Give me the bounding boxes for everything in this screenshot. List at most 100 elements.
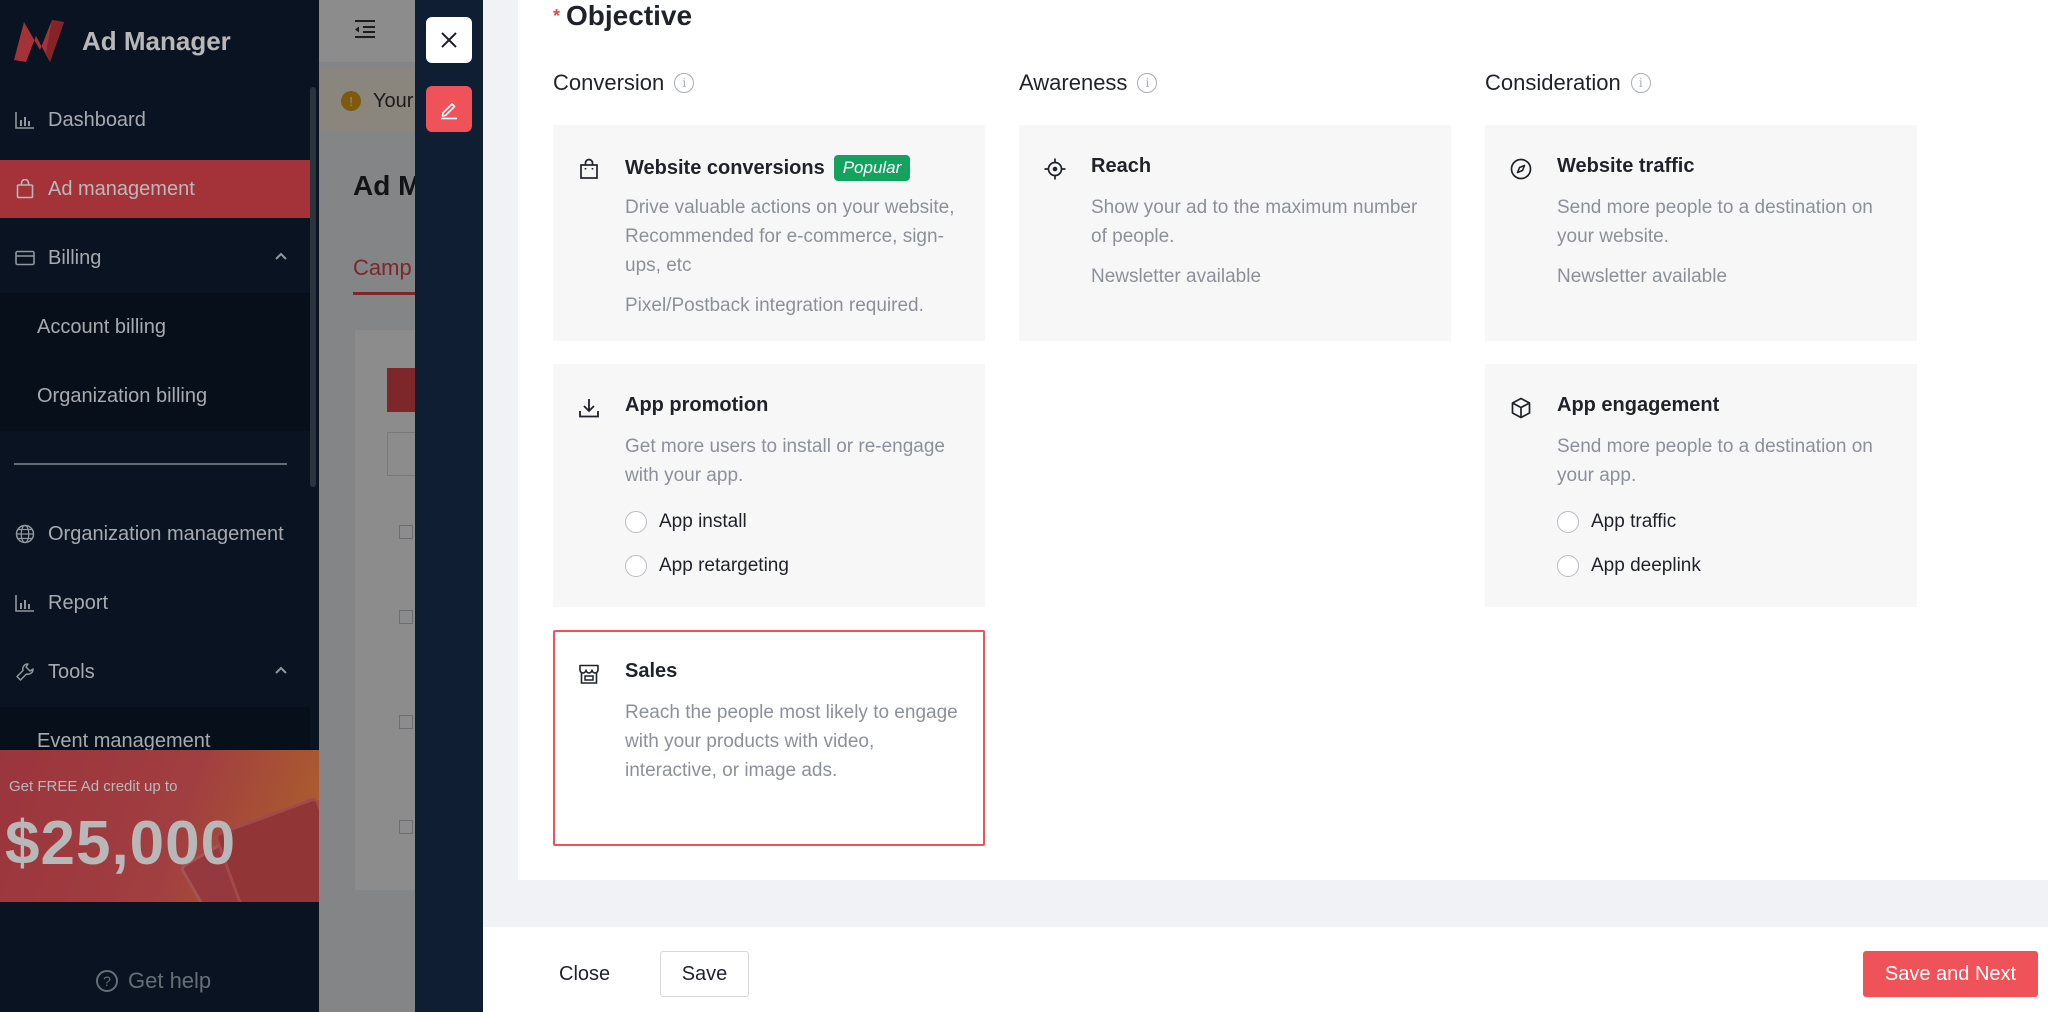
app-logo[interactable]: Ad Manager <box>12 16 231 66</box>
row-checkbox[interactable] <box>399 525 413 539</box>
tab-campaigns[interactable]: Camp <box>353 255 412 281</box>
sidebar-divider <box>14 463 287 465</box>
radio-button[interactable] <box>625 555 647 577</box>
row-checkbox[interactable] <box>399 715 413 729</box>
radio-button[interactable] <box>625 511 647 533</box>
close-drawer-button[interactable] <box>426 17 472 63</box>
help-label: Get help <box>128 968 212 993</box>
radio-button[interactable] <box>1557 555 1579 577</box>
sidebar: Ad Manager Dashboard Ad management Billi… <box>0 0 319 1012</box>
sidebar-item-dashboard[interactable]: Dashboard <box>0 91 310 149</box>
objective-card-reach[interactable]: Reach Show your ad to the maximum number… <box>1019 125 1451 341</box>
sidebar-item-account-billing[interactable]: Account billing <box>0 293 310 362</box>
radio-label: App traffic <box>1591 511 1677 532</box>
tools-submenu: Event management <box>0 707 310 752</box>
close-button[interactable]: Close <box>547 951 622 997</box>
promo-caption: Get FREE Ad credit up to <box>9 778 178 795</box>
app-title: Ad Manager <box>82 25 231 56</box>
warning-text: Your <box>373 89 414 112</box>
save-button[interactable]: Save <box>660 951 749 997</box>
bar-chart-icon <box>14 592 36 614</box>
radio-label: App install <box>659 511 747 532</box>
get-help-link[interactable]: ? Get help <box>96 968 211 994</box>
info-icon[interactable]: i <box>1630 73 1651 93</box>
radio-label: App deeplink <box>1591 555 1701 576</box>
target-icon <box>1044 158 1066 180</box>
required-mark: * <box>553 5 561 26</box>
radio-button[interactable] <box>1557 511 1579 533</box>
radio-app-deeplink[interactable]: App deeplink <box>1557 555 1701 577</box>
objective-card-app-engagement[interactable]: App engagement Send more people to a des… <box>1485 364 1917 607</box>
warning-banner: ! Your <box>319 70 415 132</box>
sidebar-item-organization-billing[interactable]: Organization billing <box>0 362 310 431</box>
chevron-up-icon <box>275 666 287 674</box>
filter-input[interactable] <box>387 432 415 476</box>
edit-button[interactable] <box>426 86 472 132</box>
save-and-next-button[interactable]: Save and Next <box>1863 951 2038 997</box>
info-icon[interactable]: i <box>1137 73 1158 93</box>
sidebar-item-ad-management[interactable]: Ad management <box>0 160 310 218</box>
radio-app-retargeting[interactable]: App retargeting <box>625 555 789 577</box>
page-title: Ad M <box>353 170 415 201</box>
card-description: Send more people to a destination on you… <box>1557 197 1873 247</box>
card-title: Website conversions Popular <box>625 155 911 181</box>
sidebar-item-label: Ad management <box>48 177 195 200</box>
drawer-rail <box>415 0 483 1012</box>
objective-card-website-conversions[interactable]: Website conversions Popular Drive valuab… <box>553 125 985 341</box>
card-title-text: Website conversions <box>625 156 825 179</box>
sidebar-item-label: Billing <box>48 246 102 269</box>
promo-banner[interactable]: Get FREE Ad credit up to $25,000 <box>0 750 319 902</box>
chevron-up-icon <box>275 252 287 260</box>
pencil-icon <box>441 103 457 120</box>
card-note: Newsletter available <box>1091 266 1262 287</box>
sidebar-item-label: Organization billing <box>37 385 208 407</box>
cube-icon <box>1511 397 1531 419</box>
info-icon[interactable]: i <box>674 73 695 93</box>
objective-card-app-promotion[interactable]: App promotion Get more users to install … <box>553 364 985 607</box>
column-title-consideration: Consideration i <box>1485 70 1651 96</box>
sidebar-item-label: Account billing <box>37 316 166 338</box>
objective-card-sales[interactable]: Sales Reach the people most likely to en… <box>553 630 985 846</box>
sidebar-item-billing[interactable]: Billing <box>0 229 310 287</box>
promo-amount: $25,000 <box>5 809 237 878</box>
sidebar-item-label: Event management <box>37 730 211 752</box>
globe-icon <box>14 523 36 545</box>
create-button[interactable] <box>387 368 415 412</box>
background-page: ! Your Ad M Camp <box>319 0 415 1012</box>
sidebar-item-label: Tools <box>48 660 95 683</box>
sidebar-scrollbar[interactable] <box>310 87 316 487</box>
card-description: Reach the people most likely to engage w… <box>625 702 958 781</box>
section-title-text: Objective <box>566 0 693 31</box>
column-title-text: Awareness <box>1019 70 1128 95</box>
radio-label: App retargeting <box>659 555 789 576</box>
objective-drawer: * Objective Conversion i Awareness i Con… <box>483 0 2048 1012</box>
row-checkbox[interactable] <box>399 820 413 834</box>
row-checkbox[interactable] <box>399 610 413 624</box>
objective-card-website-traffic[interactable]: Website traffic Send more people to a de… <box>1485 125 1917 341</box>
close-icon <box>441 32 457 48</box>
column-title-conversion: Conversion i <box>553 70 695 96</box>
sidebar-item-label: Dashboard <box>48 108 146 131</box>
logo-icon <box>14 20 64 62</box>
drawer-footer: Close Save Save and Next <box>483 927 2048 1012</box>
billing-submenu: Account billing Organization billing <box>0 293 310 431</box>
card-note: Newsletter available <box>1557 266 1728 287</box>
bag-icon <box>14 178 36 200</box>
sidebar-item-organization-management[interactable]: Organization management <box>0 505 310 563</box>
sidebar-item-report[interactable]: Report <box>0 574 310 632</box>
shopping-bag-icon <box>580 158 598 179</box>
top-bar <box>319 0 415 62</box>
question-icon: ? <box>96 970 118 992</box>
card-description: Drive valuable actions on your website, … <box>625 197 955 276</box>
radio-app-install[interactable]: App install <box>625 511 747 533</box>
compass-icon <box>1510 158 1532 180</box>
card-title: Website traffic <box>1557 155 1695 177</box>
card-title: App engagement <box>1557 394 1720 416</box>
column-title-text: Conversion <box>553 70 665 95</box>
sidebar-item-tools[interactable]: Tools <box>0 643 310 701</box>
card-description: Show your ad to the maximum number of pe… <box>1091 197 1418 247</box>
radio-app-traffic[interactable]: App traffic <box>1557 511 1676 533</box>
card-title: Reach <box>1091 155 1152 177</box>
sidebar-item-event-management[interactable]: Event management <box>0 707 310 752</box>
bar-chart-icon <box>14 109 36 131</box>
